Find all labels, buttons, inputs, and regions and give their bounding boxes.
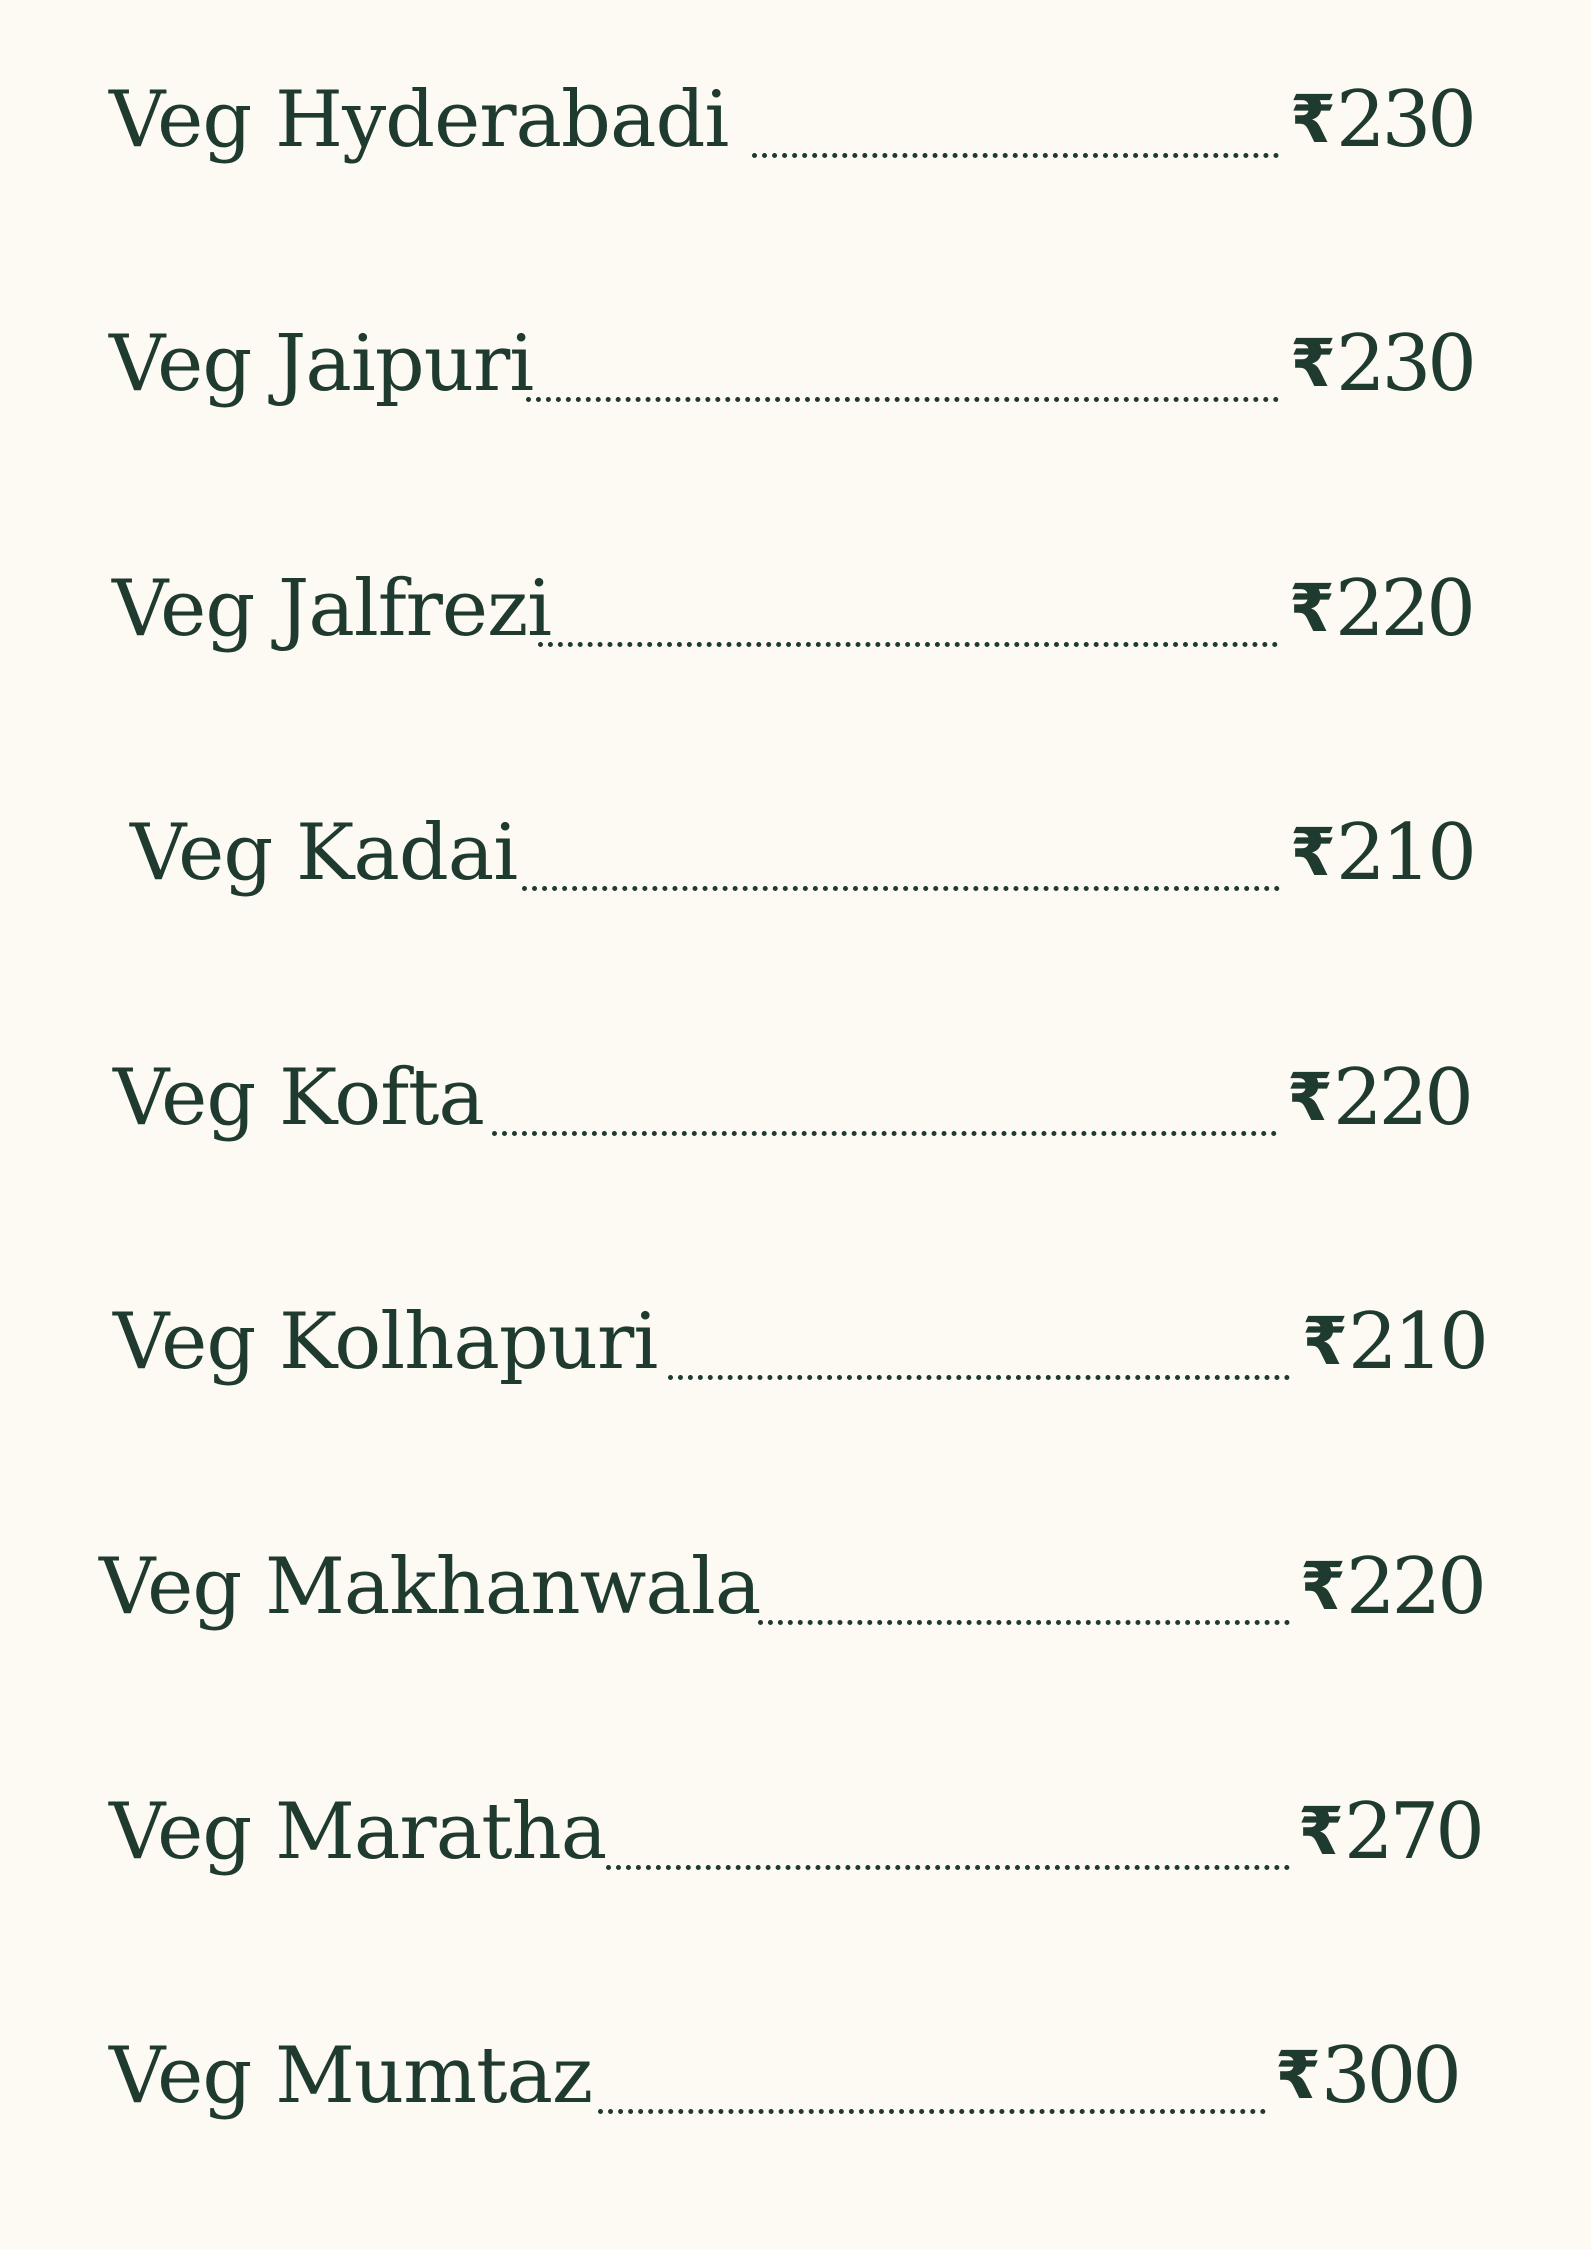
price-value: 300 xyxy=(1320,2031,1462,2121)
price-value: 230 xyxy=(1335,75,1477,165)
item-name: Veg Kadai xyxy=(130,808,518,898)
menu-page: Veg Hyderabadi ₹230 Veg Jaipuri ₹230 Veg… xyxy=(0,0,1591,2250)
price-value: 210 xyxy=(1347,1297,1489,1387)
rupee-icon: ₹ xyxy=(1302,1303,1348,1380)
price-value: 220 xyxy=(1334,564,1476,654)
rupee-icon: ₹ xyxy=(1290,814,1336,891)
dotted-leader xyxy=(606,1865,1290,1870)
dotted-leader xyxy=(598,2109,1266,2114)
price-value: 210 xyxy=(1335,808,1477,898)
item-price: ₹230 xyxy=(1290,50,1477,190)
item-name: Veg Kolhapuri xyxy=(113,1297,658,1387)
dotted-leader xyxy=(758,1620,1290,1625)
item-price: ₹220 xyxy=(1289,539,1476,679)
item-price: ₹210 xyxy=(1290,783,1477,923)
price-value: 220 xyxy=(1345,1542,1487,1632)
rupee-icon: ₹ xyxy=(1298,1793,1344,1870)
item-price: ₹300 xyxy=(1275,2006,1462,2146)
item-price: ₹270 xyxy=(1298,1762,1485,1902)
price-value: 270 xyxy=(1343,1787,1485,1877)
item-name: Veg Mumtaz xyxy=(109,2031,593,2121)
price-value: 220 xyxy=(1332,1053,1474,1143)
rupee-icon: ₹ xyxy=(1287,1059,1333,1136)
menu-item: Veg Kadai ₹210 xyxy=(0,783,1591,923)
item-price: ₹220 xyxy=(1300,1517,1487,1657)
item-price: ₹230 xyxy=(1290,294,1477,434)
item-name: Veg Kofta xyxy=(113,1053,485,1143)
item-name: Veg Jaipuri xyxy=(109,319,534,409)
dotted-leader xyxy=(526,397,1279,402)
price-value: 230 xyxy=(1335,319,1477,409)
menu-item: Veg Hyderabadi ₹230 xyxy=(0,50,1591,190)
dotted-leader xyxy=(522,886,1280,891)
menu-item: Veg Makhanwala ₹220 xyxy=(0,1517,1591,1657)
menu-item: Veg Mumtaz ₹300 xyxy=(0,2006,1591,2146)
rupee-icon: ₹ xyxy=(1275,2037,1321,2114)
rupee-icon: ₹ xyxy=(1300,1548,1346,1625)
item-name: Veg Makhanwala xyxy=(99,1542,761,1632)
rupee-icon: ₹ xyxy=(1290,325,1336,402)
item-price: ₹210 xyxy=(1302,1272,1489,1412)
dotted-leader xyxy=(492,1131,1277,1136)
menu-item: Veg Kolhapuri ₹210 xyxy=(0,1272,1591,1412)
menu-item: Veg Maratha ₹270 xyxy=(0,1762,1591,1902)
menu-item: Veg Kofta ₹220 xyxy=(0,1028,1591,1168)
rupee-icon: ₹ xyxy=(1290,81,1336,158)
menu-item: Veg Jalfrezi ₹220 xyxy=(0,539,1591,679)
item-price: ₹220 xyxy=(1287,1028,1474,1168)
menu-item: Veg Jaipuri ₹230 xyxy=(0,294,1591,434)
dotted-leader xyxy=(668,1375,1290,1380)
item-name: Veg Jalfrezi xyxy=(112,564,552,654)
rupee-icon: ₹ xyxy=(1289,570,1335,647)
dotted-leader xyxy=(538,642,1278,647)
dotted-leader xyxy=(752,153,1279,158)
item-name: Veg Maratha xyxy=(109,1787,607,1877)
item-name: Veg Hyderabadi xyxy=(109,75,729,165)
